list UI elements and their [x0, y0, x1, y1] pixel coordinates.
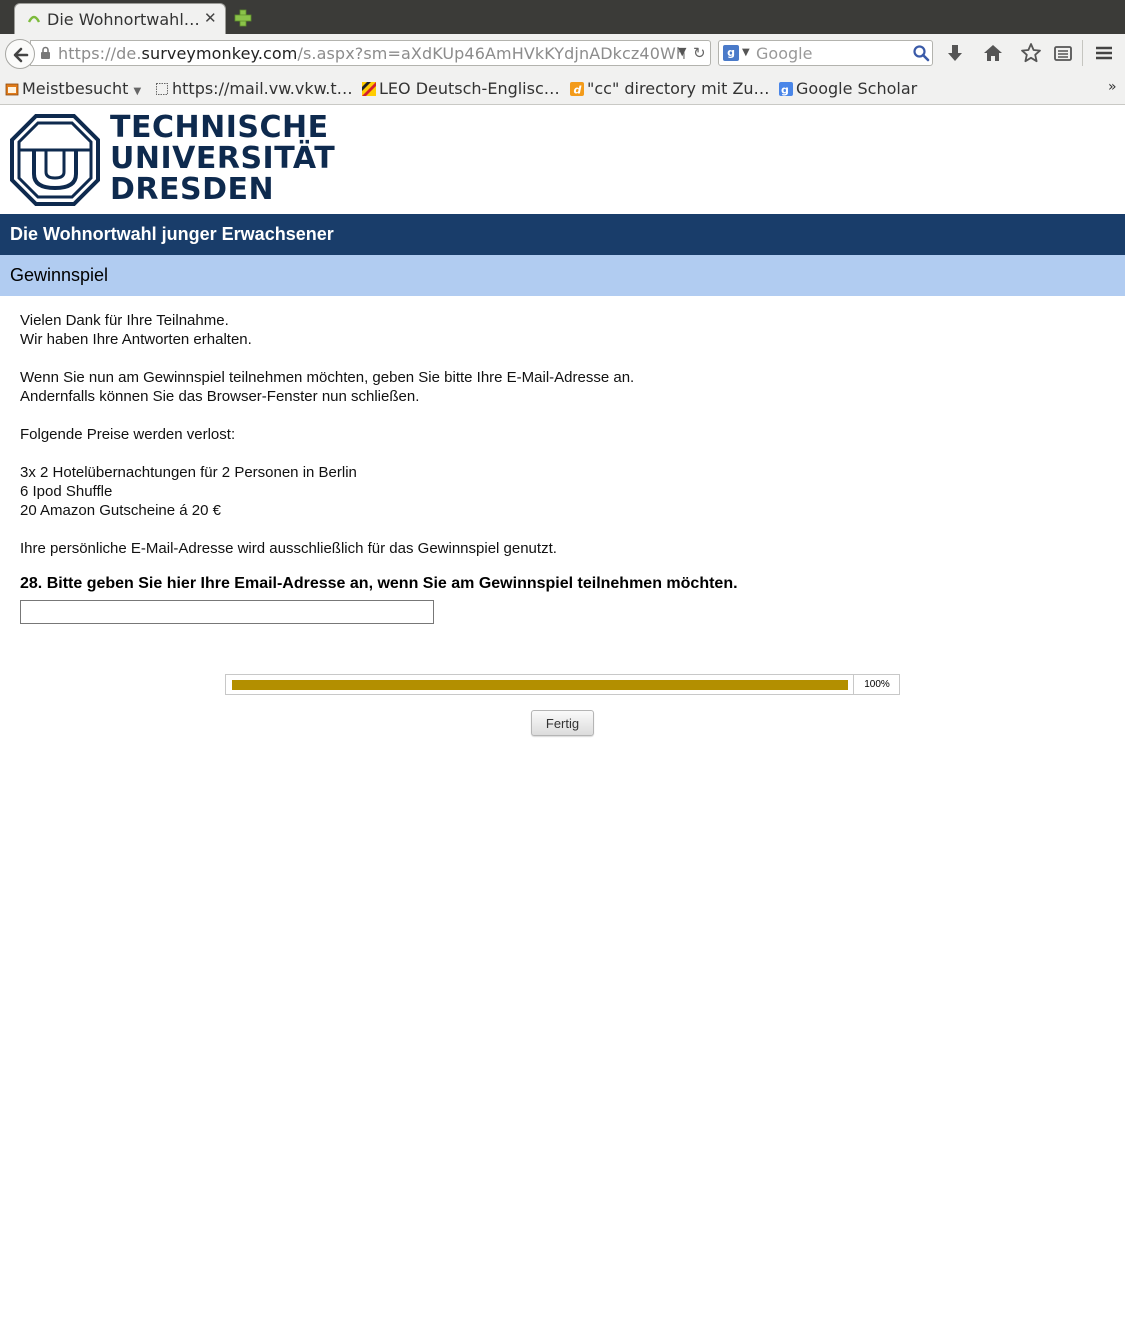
- intro-line: Andernfalls können Sie das Browser-Fenst…: [20, 388, 420, 405]
- survey-title: Die Wohnortwahl junger Erwachsener: [10, 224, 334, 244]
- bookmark-mail[interactable]: https://mail.vw.vkw.t…: [155, 79, 353, 98]
- university-name: TECHNISCHE UNIVERSITÄT DRESDEN: [110, 112, 335, 205]
- menu-hamburger-icon[interactable]: [1093, 42, 1115, 64]
- prize-item: 20 Amazon Gutscheine á 20 €: [20, 502, 221, 519]
- most-visited-icon: [5, 83, 19, 96]
- bookmark-label: "cc" directory mit Zu…: [587, 79, 770, 98]
- back-button[interactable]: [5, 39, 35, 69]
- survey-intro-text: Vielen Dank für Ihre Teilnahme. Wir habe…: [20, 311, 1100, 558]
- bookmark-star-icon[interactable]: [1020, 42, 1042, 64]
- url-history-dropdown-icon[interactable]: ▼: [678, 45, 686, 58]
- new-tab-icon[interactable]: [234, 9, 252, 27]
- scholar-icon: g: [779, 82, 793, 96]
- url-text[interactable]: https://de.surveymonkey.com/s.aspx?sm=aX…: [58, 44, 686, 63]
- url-bar[interactable]: https://de.surveymonkey.com/s.aspx?sm=aX…: [30, 40, 711, 66]
- browser-tabbar: Die Wohnortwahl… ✕: [0, 0, 1125, 34]
- bookmark-label: LEO Deutsch-Englisc…: [379, 79, 560, 98]
- search-engine-dropdown-icon[interactable]: ▼: [742, 47, 750, 58]
- home-icon[interactable]: [982, 42, 1004, 64]
- prize-item: 6 Ipod Shuffle: [20, 483, 113, 500]
- search-bar[interactable]: g ▼ Google: [718, 40, 933, 66]
- intro-line: Folgende Preise werden verlost:: [20, 426, 236, 443]
- bookmark-label: Meistbesucht: [22, 79, 129, 98]
- section-title-band: Gewinnspiel: [0, 255, 1125, 296]
- toolbar-separator: [1082, 40, 1083, 66]
- survey-title-band: Die Wohnortwahl junger Erwachsener: [0, 214, 1125, 255]
- bookmark-cc-directory[interactable]: d "cc" directory mit Zu…: [570, 79, 770, 98]
- done-button[interactable]: Fertig: [531, 710, 594, 736]
- lock-icon: [41, 46, 50, 59]
- reload-icon[interactable]: ↻: [693, 44, 706, 62]
- bookmark-google-scholar[interactable]: g Google Scholar: [779, 79, 917, 98]
- download-icon[interactable]: [944, 42, 966, 64]
- intro-line: Wir haben Ihre Antworten erhalten.: [20, 331, 252, 348]
- close-tab-icon[interactable]: ✕: [204, 9, 217, 27]
- search-input[interactable]: Google: [756, 44, 812, 63]
- reading-list-icon[interactable]: [1052, 42, 1074, 64]
- progress-fill: [232, 680, 848, 690]
- bookmarks-bar: Meistbesucht ▼ https://mail.vw.vkw.t… LE…: [0, 72, 1125, 105]
- email-field[interactable]: [20, 600, 434, 624]
- url-prefix: https://de.: [58, 44, 142, 63]
- logo-line-3: DRESDEN: [110, 172, 275, 207]
- logo-line-1: TECHNISCHE: [110, 110, 329, 145]
- intro-line: Vielen Dank für Ihre Teilnahme.: [20, 312, 229, 329]
- bookmark-label: https://mail.vw.vkw.t…: [172, 79, 353, 98]
- url-domain: surveymonkey.com: [141, 44, 298, 63]
- tu-dresden-logo-icon: [10, 114, 100, 206]
- section-title: Gewinnspiel: [10, 265, 109, 285]
- bookmarks-overflow-icon[interactable]: »: [1108, 79, 1117, 95]
- svg-text:d: d: [574, 84, 582, 97]
- svg-text:g: g: [781, 84, 789, 97]
- logo-line-2: UNIVERSITÄT: [110, 141, 336, 176]
- question-label: 28. Bitte geben Sie hier Ihre Email-Adre…: [20, 575, 738, 592]
- chevron-down-icon: ▼: [133, 86, 142, 97]
- progress-track: [232, 680, 848, 690]
- progress-bar: 100%: [225, 674, 900, 695]
- tab-title: Die Wohnortwahl…: [47, 10, 200, 29]
- search-icon[interactable]: [912, 44, 930, 62]
- blank-page-icon: [156, 83, 168, 95]
- d-icon: d: [570, 82, 584, 96]
- back-arrow-icon: [13, 47, 29, 63]
- privacy-note: Ihre persönliche E-Mail-Adresse wird aus…: [20, 540, 557, 557]
- bookmark-label: Google Scholar: [796, 79, 918, 98]
- leo-icon: [362, 82, 376, 96]
- google-g-icon[interactable]: g: [723, 45, 739, 61]
- surveymonkey-favicon-icon: [27, 15, 41, 23]
- browser-navbar: https://de.surveymonkey.com/s.aspx?sm=aX…: [0, 34, 1125, 72]
- prize-item: 3x 2 Hotelübernachtungen für 2 Personen …: [20, 464, 357, 481]
- progress-label: 100%: [864, 679, 890, 690]
- bookmark-most-visited[interactable]: Meistbesucht ▼: [5, 79, 141, 98]
- url-path: /s.aspx?sm=aXdKUp46AmHVkKYdjnADkcz40Wh: [297, 44, 687, 63]
- browser-tab[interactable]: Die Wohnortwahl… ✕: [14, 3, 226, 34]
- intro-line: Wenn Sie nun am Gewinnspiel teilnehmen m…: [20, 369, 635, 386]
- bookmark-leo[interactable]: LEO Deutsch-Englisc…: [362, 79, 560, 98]
